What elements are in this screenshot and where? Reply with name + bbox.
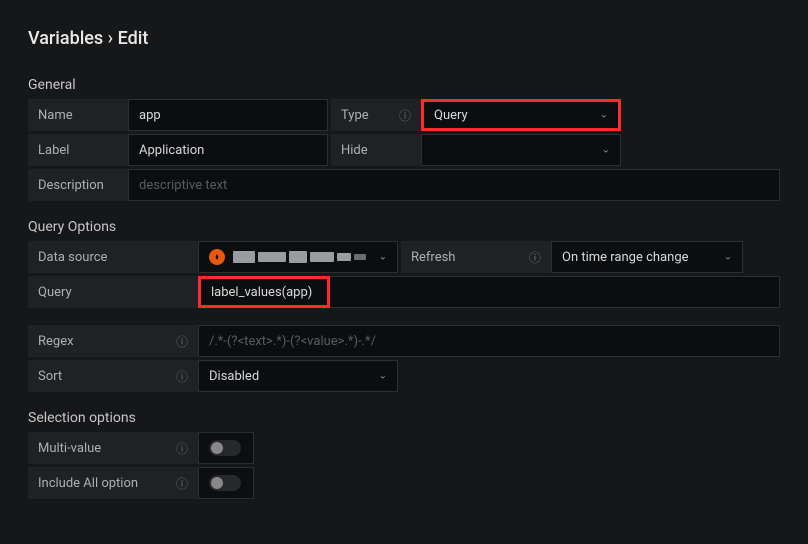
type-label: Type ⓘ	[331, 99, 421, 131]
query-input[interactable]	[198, 276, 330, 308]
section-general-title: General	[28, 77, 780, 93]
sort-select[interactable]: Disabled ⌄	[198, 360, 398, 392]
breadcrumb-current: Edit	[118, 28, 149, 49]
section-selection-options-title: Selection options	[28, 410, 780, 426]
info-icon[interactable]: ⓘ	[176, 368, 188, 385]
query-input-ext[interactable]	[330, 276, 780, 308]
chevron-down-icon: ⌄	[600, 110, 608, 121]
hide-label: Hide	[331, 134, 421, 166]
redacted-text	[233, 251, 366, 263]
info-icon[interactable]: ⓘ	[176, 475, 188, 492]
info-icon[interactable]: ⓘ	[176, 333, 188, 350]
include-all-toggle[interactable]	[209, 475, 241, 491]
label-input[interactable]	[128, 134, 328, 166]
regex-label: Regex ⓘ	[28, 325, 198, 357]
info-icon[interactable]: ⓘ	[529, 249, 541, 266]
chevron-down-icon: ⌄	[602, 145, 610, 156]
sort-label: Sort ⓘ	[28, 360, 198, 392]
description-label: Description	[28, 169, 128, 201]
query-label: Query	[28, 276, 198, 308]
breadcrumb-parent: Variables	[28, 28, 103, 49]
multi-value-label: Multi-value ⓘ	[28, 432, 198, 464]
breadcrumb: Variables › Edit	[28, 28, 780, 49]
refresh-label: Refresh ⓘ	[401, 241, 551, 273]
name-input[interactable]	[128, 99, 328, 131]
prometheus-icon	[209, 249, 225, 265]
chevron-down-icon: ⌄	[379, 252, 387, 263]
chevron-down-icon: ⌄	[379, 371, 387, 382]
name-label: Name	[28, 99, 128, 131]
hide-select[interactable]: ⌄	[421, 134, 621, 166]
datasource-select[interactable]: ⌄	[198, 241, 398, 273]
datasource-label: Data source	[28, 241, 198, 273]
multi-value-toggle[interactable]	[209, 440, 241, 456]
info-icon[interactable]: ⓘ	[176, 440, 188, 457]
type-select[interactable]: Query ⌄	[421, 99, 621, 131]
regex-input[interactable]	[198, 325, 780, 357]
breadcrumb-separator: ›	[108, 28, 113, 49]
info-icon[interactable]: ⓘ	[399, 107, 411, 124]
include-all-label: Include All option ⓘ	[28, 467, 198, 499]
label-label: Label	[28, 134, 128, 166]
chevron-down-icon: ⌄	[724, 252, 732, 263]
description-input[interactable]	[128, 169, 780, 201]
section-query-options-title: Query Options	[28, 219, 780, 235]
refresh-select[interactable]: On time range change ⌄	[551, 241, 743, 273]
